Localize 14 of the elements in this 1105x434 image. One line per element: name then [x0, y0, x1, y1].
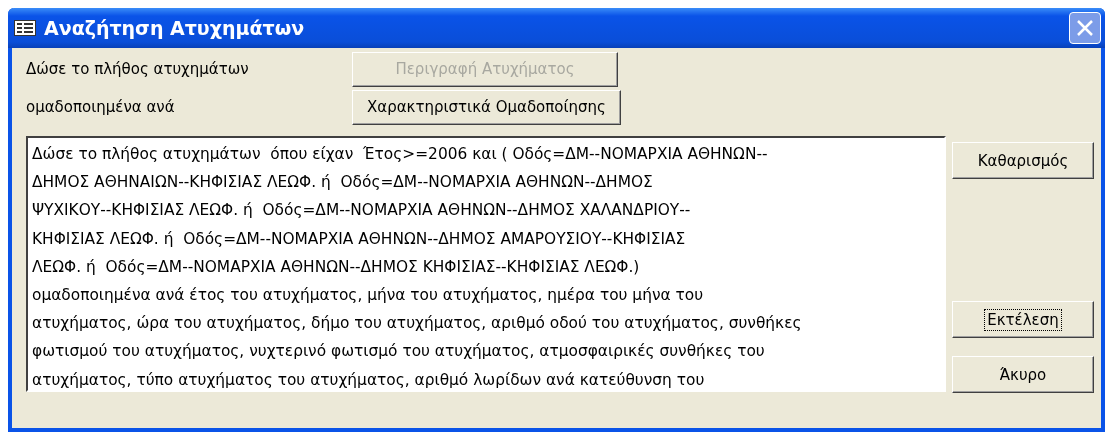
- focus-outline-label: Άκυρο: [998, 364, 1048, 386]
- field-label: Δώσε το πλήθος ατυχημάτων: [26, 60, 250, 78]
- form-icon: [14, 20, 36, 36]
- dialog-button[interactable]: Εκτέλεση: [952, 301, 1094, 338]
- focus-outline-label: Καθαρισμός: [976, 150, 1070, 172]
- field-label: ομαδοποιημένα ανά: [26, 98, 176, 116]
- dialog-button[interactable]: Καθαρισμός: [952, 142, 1094, 179]
- close-icon: [1075, 18, 1095, 38]
- query-text-area[interactable]: [26, 136, 946, 392]
- action-button[interactable]: Χαρακτηριστικά Ομαδοποίησης: [352, 89, 621, 125]
- query-text: Δώσε το πλήθος ατυχημάτων όπου είχαν Έτος>=2006 και ( Οδός=ΔΜ--ΝΟΜΑΡΧΙΑ ΑΘΗΝΩΝ-- ΔΗΜΟΣ ΑΘΗΝΑΙΩΝ--ΚΗΦΙΣΙΑΣ ΛΕΩΦ. ή Οδός=ΔΜ--ΝΟΜΑΡΧΙΑ ΑΘΗΝΩΝ--ΔΗΜΟΣ ΨΥΧΙΚΟΥ--ΚΗΦΙΣΙΑΣ ΛΕΩΦ. ή Οδός=ΔΜ--ΝΟΜΑΡΧΙΑ ΑΘΗΝΩΝ--ΔΗΜΟΣ ΧΑΛΑΝΔΡΙΟΥ-- ΚΗΦΙΣΙΑΣ ΛΕΩΦ. ή Οδός=ΔΜ--ΝΟΜΑΡΧΙΑ ΑΘΗΝΩΝ--ΔΗΜΟΣ ΑΜΑΡΟΥΣΙΟΥ--ΚΗΦΙΣΙΑΣ ΛΕΩΦ. ή Οδός=ΔΜ--ΝΟΜΑΡΧΙΑ ΑΘΗΝΩΝ--ΔΗΜΟΣ ΚΗΦΙΣΙΑΣ--ΚΗΦΙΣΙΑΣ ΛΕΩΦ.) ομαδοποιημένα ανά έτος του ατυχήματος, μήνα του ατυχήματος, ημέρα του μήνα του ατυχήματος, ώρα του ατυχήματος, δήμο του ατυχήματος, αριθμό οδού του ατυχήματος, συνθήκες φωτισμού του ατυχήματος, νυχτερινό φωτισμό του ατυχήματος, ατμοσφαιρικές συνθήκες του ατυχήματος, τύπο ατυχήματος του ατυχήματος, αριθμό λωρίδων ανά κατεύθυνση του: [32, 144, 803, 390]
- dialog-button[interactable]: Άκυρο: [952, 356, 1094, 393]
- focus-outline-label: Εκτέλεση: [984, 308, 1062, 331]
- window-title: Αναζήτηση Ατυχημάτων: [44, 17, 306, 39]
